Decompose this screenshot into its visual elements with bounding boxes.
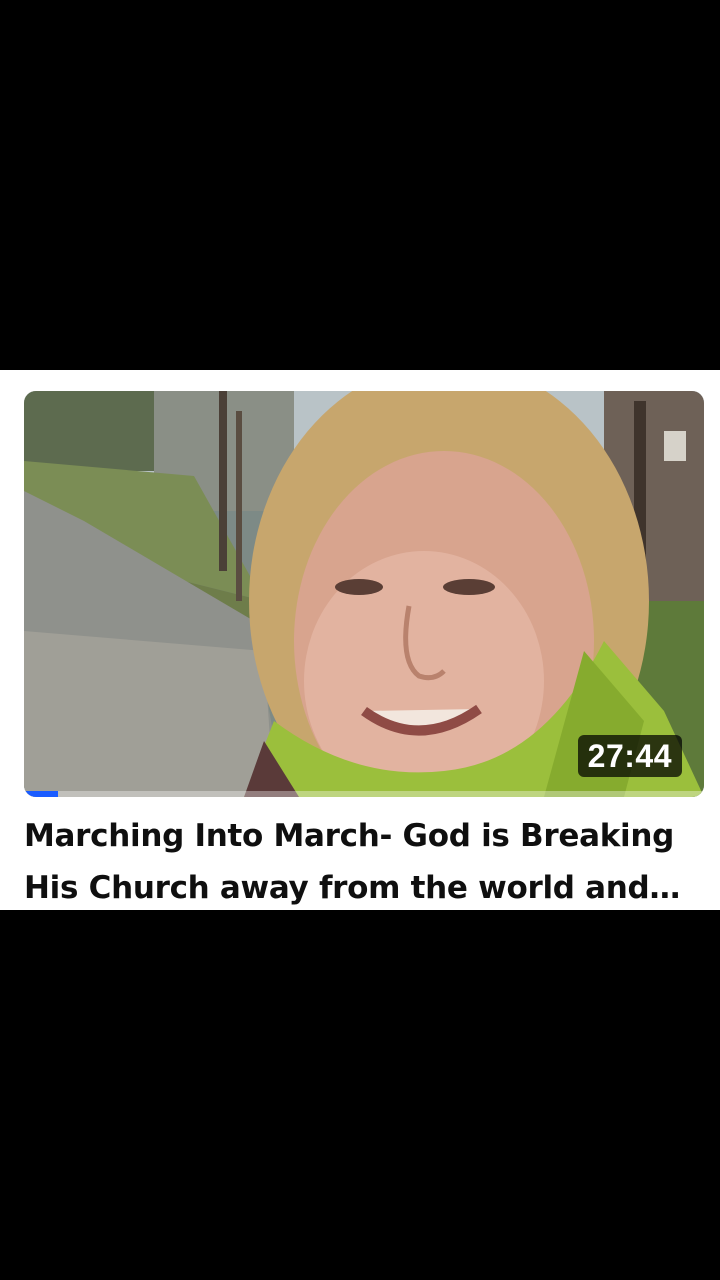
watch-progress-bar [24, 791, 704, 797]
video-thumbnail[interactable]: 27:44 [24, 391, 704, 797]
video-card[interactable]: 27:44 Marching Into March- God is Breaki… [0, 370, 720, 910]
watch-progress-fill [24, 791, 58, 797]
letterbox-bottom [0, 910, 720, 1280]
letterbox-top [0, 0, 720, 370]
video-title[interactable]: Marching Into March- God is Breaking His… [24, 810, 696, 914]
duration-badge: 27:44 [577, 735, 682, 777]
